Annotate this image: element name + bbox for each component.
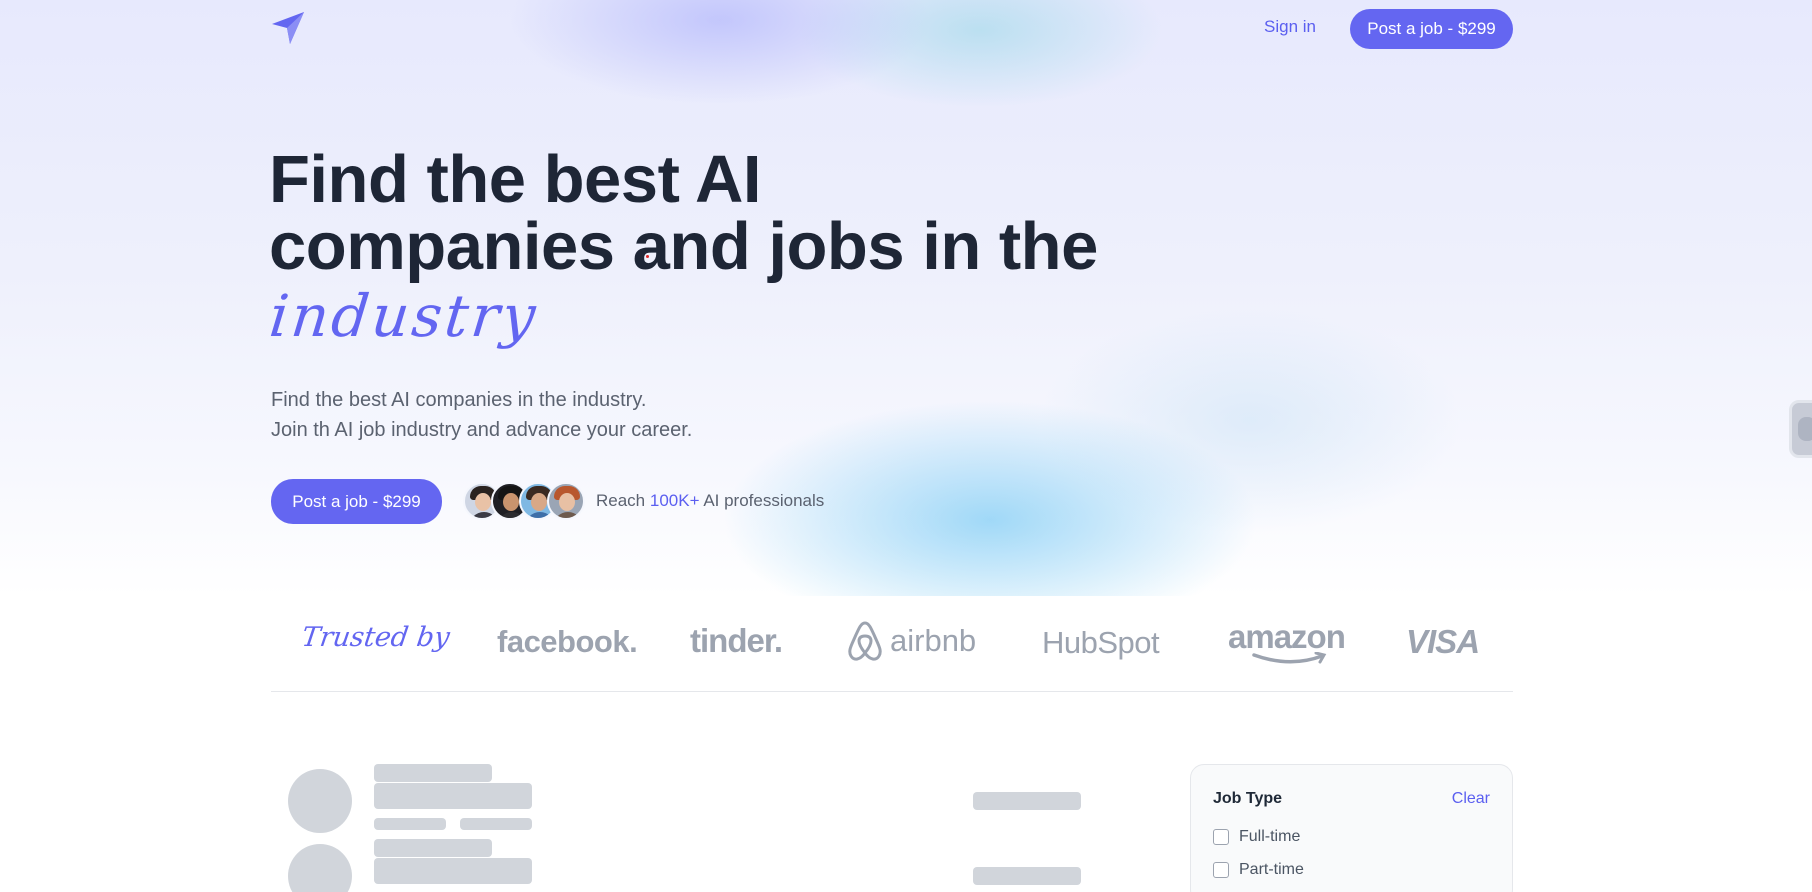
reach-suffix: AI professionals xyxy=(703,491,825,510)
paper-plane-icon[interactable] xyxy=(270,10,306,46)
skeleton-line xyxy=(374,839,492,857)
headline-script-word: industry xyxy=(266,282,542,350)
subtitle-line-1: Find the best AI companies in the indust… xyxy=(271,389,647,411)
visa-logo: VISA xyxy=(1406,623,1480,660)
airbnb-logo: airbnb xyxy=(846,620,976,662)
checkbox[interactable] xyxy=(1213,862,1229,878)
chat-icon xyxy=(1798,417,1812,441)
filter-option-part-time[interactable]: Part-time xyxy=(1213,861,1304,879)
cursor-dot xyxy=(646,255,649,258)
hubspot-logo: HubSpot xyxy=(1042,625,1160,660)
subtitle-line-2: Join th AI job industry and advance your… xyxy=(271,419,693,441)
headline-line-1: Find the best AI xyxy=(269,142,762,217)
skeleton-line xyxy=(374,783,532,809)
post-job-button-hero[interactable]: Post a job - $299 xyxy=(271,479,442,524)
job-type-filter: Job Type Clear Full-time Part-time xyxy=(1190,764,1513,892)
avatar-group xyxy=(463,482,585,522)
facebook-logo: facebook. xyxy=(497,624,638,659)
hero-headline: Find the best AI companies and jobs in t… xyxy=(269,146,1169,280)
amazon-smile-icon xyxy=(1252,652,1327,664)
skeleton-line xyxy=(374,858,532,884)
skeleton-pill xyxy=(973,792,1081,810)
filter-option-label: Part-time xyxy=(1239,861,1304,878)
avatar xyxy=(547,482,585,520)
skeleton-pill xyxy=(973,867,1081,885)
reach-text: Reach 100K+ AI professionals xyxy=(596,491,824,511)
skeleton-line xyxy=(374,764,492,782)
airbnb-wordmark: airbnb xyxy=(890,623,977,658)
checkbox[interactable] xyxy=(1213,829,1229,845)
amazon-logo: amazon xyxy=(1228,618,1346,655)
sign-in-link[interactable]: Sign in xyxy=(1264,17,1316,37)
filter-option-label: Full-time xyxy=(1239,828,1301,845)
skeleton-line xyxy=(460,818,532,830)
feedback-side-tab[interactable] xyxy=(1789,400,1812,458)
skeleton-line xyxy=(374,818,446,830)
filter-clear-button[interactable]: Clear xyxy=(1452,790,1490,808)
reach-prefix: Reach xyxy=(596,491,646,510)
filter-option-full-time[interactable]: Full-time xyxy=(1213,828,1300,846)
hero-subtitle: Find the best AI companies in the indust… xyxy=(271,385,692,445)
section-divider xyxy=(271,691,1513,692)
post-job-button-nav[interactable]: Post a job - $299 xyxy=(1350,9,1513,49)
trusted-by-label: Trusted by xyxy=(299,622,452,653)
filter-title: Job Type xyxy=(1213,790,1283,807)
tinder-logo: tinder. xyxy=(690,622,783,659)
airbnb-mark-icon xyxy=(848,621,882,661)
reach-count: 100K+ xyxy=(649,491,700,510)
headline-line-2: companies and jobs in the xyxy=(269,209,1098,284)
skeleton-avatar xyxy=(288,769,352,833)
skeleton-avatar xyxy=(288,844,352,892)
